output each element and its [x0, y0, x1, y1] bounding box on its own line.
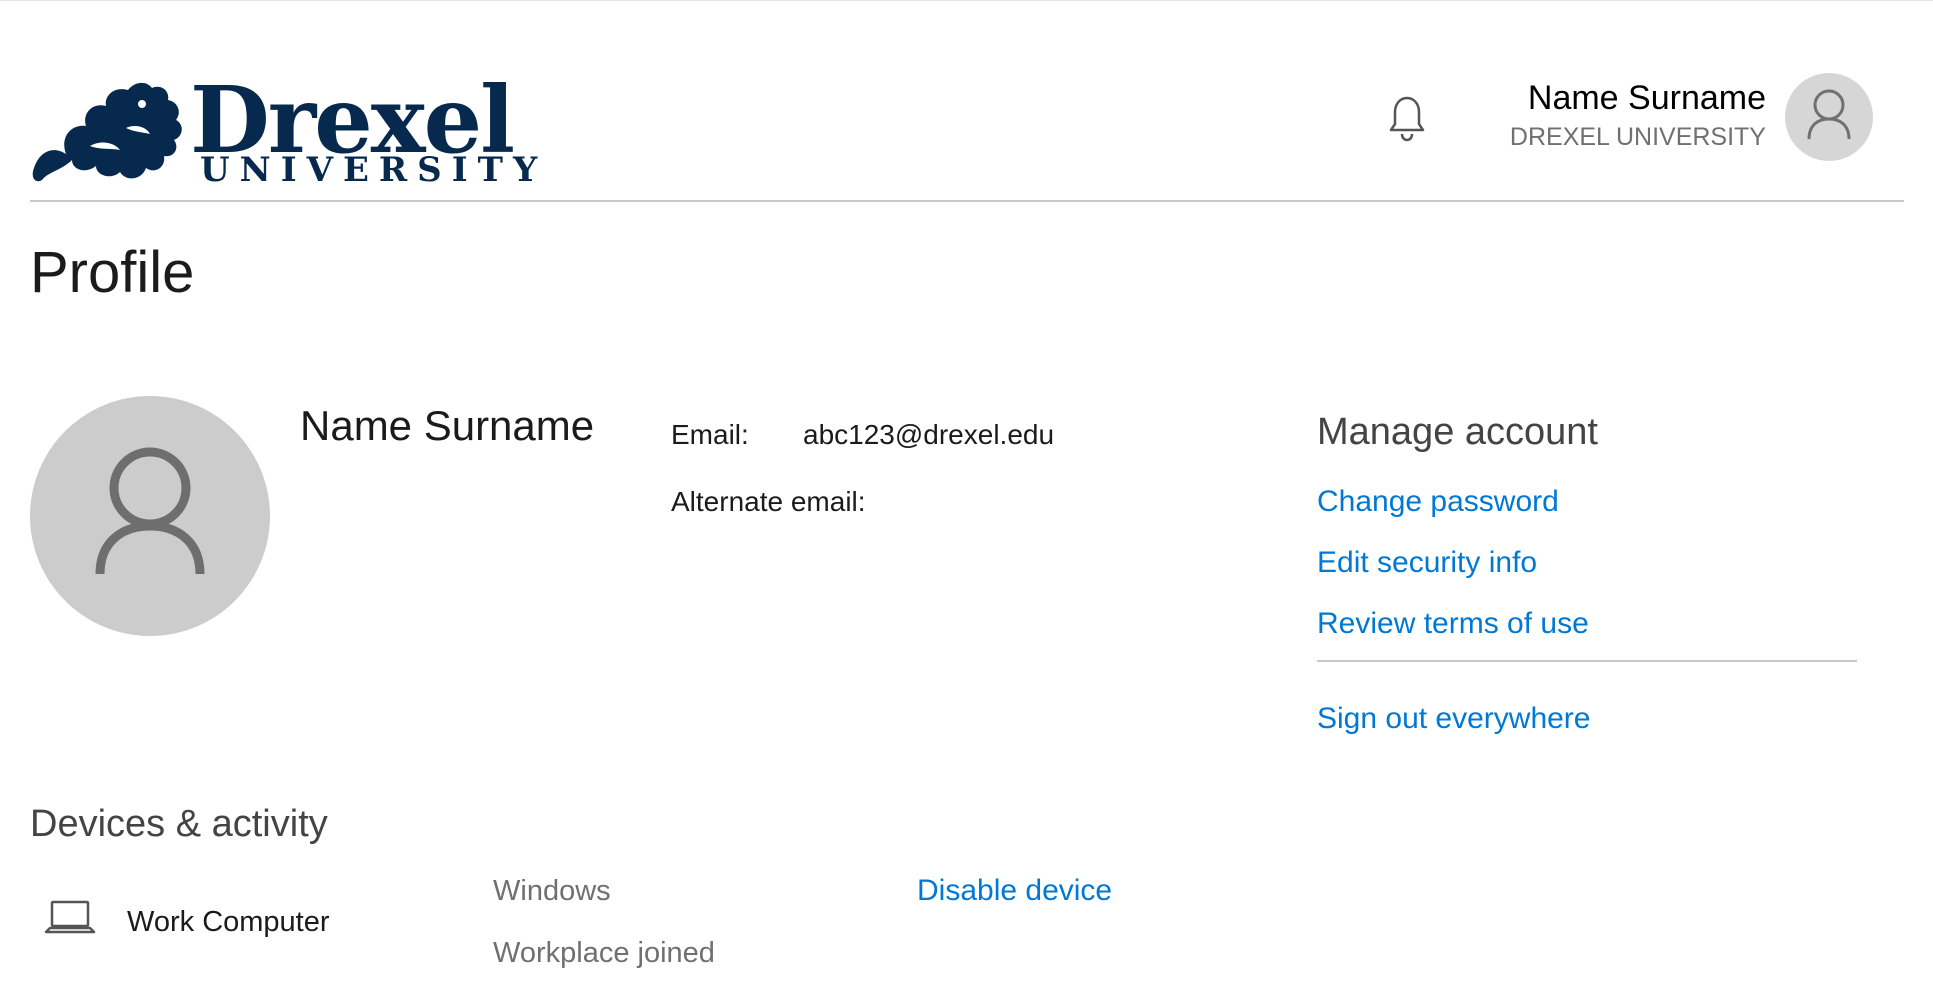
device-name: Work Computer: [127, 906, 330, 938]
header-user-name[interactable]: Name Surname: [1528, 78, 1766, 118]
header-divider: [30, 200, 1904, 202]
person-icon: [95, 447, 205, 575]
devices-activity-heading: Devices & activity: [30, 803, 328, 845]
top-border: [0, 0, 1933, 1]
drexel-logo[interactable]: Drexel UNIVERSITY: [30, 70, 537, 188]
edit-security-info-link[interactable]: Edit security info: [1317, 544, 1537, 582]
manage-account-divider: [1317, 660, 1857, 662]
notifications-bell-icon[interactable]: [1385, 92, 1429, 144]
profile-name: Name Surname: [300, 402, 595, 449]
logo-subtitle: UNIVERSITY: [200, 150, 548, 190]
device-join-type: Workplace joined: [493, 937, 715, 969]
email-value: abc123@drexel.edu: [803, 419, 1055, 450]
change-password-link[interactable]: Change password: [1317, 483, 1559, 521]
email-label: Email:: [671, 419, 749, 450]
person-icon: [1807, 89, 1851, 140]
device-os: Windows: [493, 875, 611, 907]
alternate-email-label: Alternate email:: [671, 486, 866, 517]
review-terms-link[interactable]: Review terms of use: [1317, 605, 1589, 643]
header-user-organization: DREXEL UNIVERSITY: [1509, 123, 1766, 151]
laptop-icon: [44, 898, 96, 938]
manage-account-heading: Manage account: [1317, 411, 1598, 453]
profile-avatar: [30, 396, 270, 636]
disable-device-link[interactable]: Disable device: [917, 873, 1112, 909]
dragon-logo-icon: [32, 82, 182, 182]
page-title: Profile: [30, 240, 195, 305]
header-avatar[interactable]: [1785, 73, 1873, 161]
sign-out-everywhere-link[interactable]: Sign out everywhere: [1317, 700, 1591, 738]
